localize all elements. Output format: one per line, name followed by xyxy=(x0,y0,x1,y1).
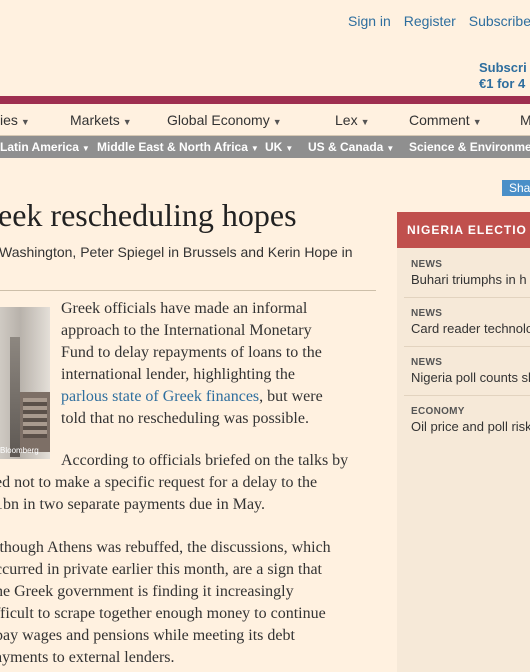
sign-in-link[interactable]: Sign in xyxy=(348,13,391,29)
story-divider xyxy=(404,395,530,396)
story-title: Card reader technolo xyxy=(411,321,530,336)
paragraph-line: approach to the International Monetary xyxy=(61,322,312,339)
subscribe-promo[interactable]: Subscri €1 for 4 xyxy=(479,60,527,92)
region-item-us-canada[interactable]: US & Canada ▼ xyxy=(308,140,394,154)
paragraph-line: Greek officials have made an informal xyxy=(61,300,308,317)
nav-item-lex[interactable]: Lex ▼ xyxy=(335,112,370,128)
chevron-down-icon: ▼ xyxy=(285,144,294,153)
paragraph-line: he Greek government is finding it increa… xyxy=(0,583,294,600)
paragraph-line: ayments to external lenders. xyxy=(0,649,175,666)
story-title: Nigeria poll counts sh xyxy=(411,370,530,385)
promo-line-2: €1 for 4 xyxy=(479,76,526,91)
byline-divider xyxy=(0,290,376,291)
story-tag: NEWS xyxy=(411,259,443,270)
paragraph-line: Fund to delay repayments of loans to the xyxy=(61,344,322,361)
region-item-label: Latin America xyxy=(0,140,79,154)
region-item-label: US & Canada xyxy=(308,140,384,154)
nav-item-label: Markets xyxy=(70,112,120,128)
sidebar-story[interactable]: NEWS Card reader technolo xyxy=(411,308,530,336)
region-nav: Latin America ▼ Middle East & North Afric… xyxy=(0,136,530,158)
article-paragraph-3: lthough Athens was rebuffed, the discuss… xyxy=(0,537,385,669)
paragraph-line: told that no rescheduling was possible. xyxy=(61,410,309,427)
paragraph-line: pay wages and pensions while meeting its… xyxy=(0,627,295,644)
nav-item-companies[interactable]: ies ▼ xyxy=(0,112,30,128)
paragraph-line: fficult to scrape together enough money … xyxy=(0,605,326,622)
paragraph-line: According to officials briefed on the ta… xyxy=(61,452,349,469)
photo-building xyxy=(20,392,50,452)
region-item-label: UK xyxy=(265,140,283,154)
nav-item-markets[interactable]: Markets ▼ xyxy=(70,112,132,128)
promo-line-1: Subscri xyxy=(479,60,527,75)
chevron-down-icon: ▼ xyxy=(122,117,132,127)
chevron-down-icon: ▼ xyxy=(360,117,370,127)
story-tag: ECONOMY xyxy=(411,406,465,417)
story-divider xyxy=(404,297,530,298)
nav-item-label: M xyxy=(520,112,530,128)
nav-item-more[interactable]: M xyxy=(520,112,530,128)
chevron-down-icon: ▼ xyxy=(250,144,259,153)
sidebar-story[interactable]: NEWS Buhari triumphs in h xyxy=(411,259,530,287)
region-item-science[interactable]: Science & Environmen xyxy=(409,140,530,154)
greek-finances-link[interactable]: parlous state of Greek finances xyxy=(61,388,259,405)
chevron-down-icon: ▼ xyxy=(81,144,90,153)
paragraph-line: parlous state of Greek finances, but wer… xyxy=(61,386,381,408)
main-nav: ies ▼ Markets ▼ Global Economy ▼ Lex ▼ Comme… xyxy=(0,104,530,136)
sidebar-heading[interactable]: NIGERIA ELECTIO xyxy=(397,212,530,248)
article-byline: Washington, Peter Spiegel in Brussels an… xyxy=(0,244,353,260)
register-link[interactable]: Register xyxy=(404,13,456,29)
nav-item-label: Comment xyxy=(409,112,470,128)
chevron-down-icon: ▼ xyxy=(386,144,395,153)
nav-item-label: Lex xyxy=(335,112,358,128)
story-title: Buhari triumphs in h xyxy=(411,272,527,287)
article-photo: Bloomberg xyxy=(0,307,50,459)
paragraph-line: 1bn in two separate payments due in May. xyxy=(0,496,266,513)
sidebar-story[interactable]: NEWS Nigeria poll counts sh xyxy=(411,357,530,385)
account-links: Sign in Register Subscribe xyxy=(348,13,530,29)
photo-tower xyxy=(10,337,20,457)
chevron-down-icon: ▼ xyxy=(472,117,482,127)
chevron-down-icon: ▼ xyxy=(20,117,30,127)
story-tag: NEWS xyxy=(411,357,443,368)
paragraph-line: international lender, highlighting the xyxy=(61,366,295,383)
nav-item-label: ies xyxy=(0,112,18,128)
region-item-middle-east[interactable]: Middle East & North Africa ▼ xyxy=(97,140,259,154)
region-item-label: Science & Environmen xyxy=(409,140,530,154)
chevron-down-icon: ▼ xyxy=(272,117,282,127)
story-title: Oil price and poll risk xyxy=(411,419,530,434)
story-divider xyxy=(404,346,530,347)
nav-item-comment[interactable]: Comment ▼ xyxy=(409,112,482,128)
article-paragraph-1: Greek officials have made an informal ap… xyxy=(61,298,381,430)
brand-bar xyxy=(0,96,530,104)
story-tag: NEWS xyxy=(411,308,443,319)
nav-item-label: Global Economy xyxy=(167,112,270,128)
region-item-label: Middle East & North Africa xyxy=(97,140,248,154)
article-headline: eek rescheduling hopes xyxy=(0,197,297,233)
nav-item-global-economy[interactable]: Global Economy ▼ xyxy=(167,112,282,128)
paragraph-line: lthough Athens was rebuffed, the discuss… xyxy=(0,539,331,556)
region-item-uk[interactable]: UK ▼ xyxy=(265,140,293,154)
sidebar-story[interactable]: ECONOMY Oil price and poll risk xyxy=(411,406,530,434)
region-item-latin-america[interactable]: Latin America ▼ xyxy=(0,140,90,154)
article-paragraph-2: According to officials briefed on the ta… xyxy=(0,450,385,516)
paragraph-line: ccurred in private earlier this month, a… xyxy=(0,561,322,578)
subscribe-link[interactable]: Subscribe xyxy=(469,13,530,29)
paragraph-text: , but were xyxy=(259,388,323,405)
share-button[interactable]: Sha xyxy=(502,180,530,196)
paragraph-line: ed not to make a specific request for a … xyxy=(0,474,318,491)
